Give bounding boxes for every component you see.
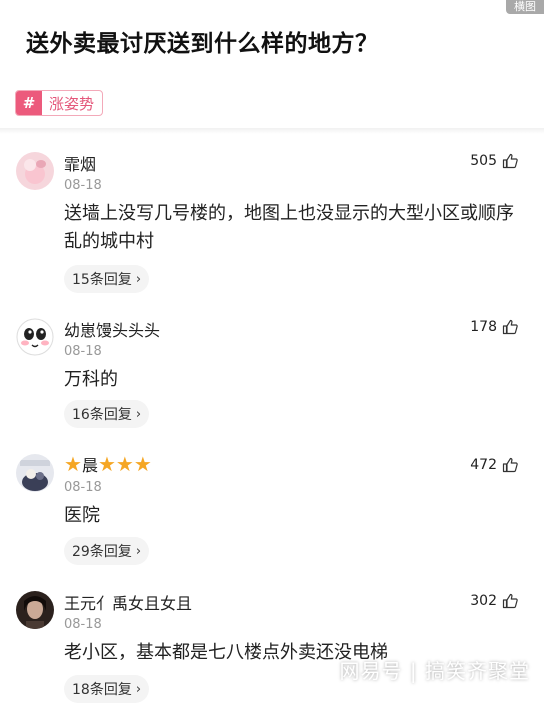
avatar[interactable] bbox=[16, 591, 54, 629]
comment-date: 08-18 bbox=[64, 480, 102, 495]
star-icon: ★ bbox=[64, 452, 82, 476]
thumbs-up-icon bbox=[502, 457, 518, 473]
comment-text: 医院 bbox=[64, 505, 100, 526]
topic-label: 涨姿势 bbox=[49, 94, 95, 113]
username[interactable]: ★晨★★★ bbox=[64, 452, 152, 476]
replies-button[interactable]: 15条回复 › bbox=[64, 265, 150, 293]
like-button[interactable]: 178 bbox=[470, 319, 518, 335]
thumbs-up-icon bbox=[502, 319, 518, 335]
star-icon: ★★★ bbox=[97, 452, 152, 476]
replies-label: 18条回复 bbox=[72, 682, 132, 698]
replies-button[interactable]: 18条回复 › bbox=[64, 675, 150, 703]
comment-text: 万科的 bbox=[64, 369, 118, 390]
page-title: 送外卖最讨厌送到什么样的地方？ bbox=[26, 31, 379, 57]
like-button[interactable]: 302 bbox=[470, 593, 518, 609]
avatar[interactable] bbox=[16, 152, 54, 190]
replies-button[interactable]: 16条回复 › bbox=[64, 400, 150, 428]
replies-label: 29条回复 bbox=[72, 544, 132, 560]
chevron-right-icon: › bbox=[135, 271, 142, 287]
username[interactable]: 幼崽馒头头头 bbox=[64, 317, 160, 341]
like-count: 505 bbox=[470, 153, 497, 169]
comment-text: 送墙上没写几号楼的，地图上也没显示的大型小区或顺序乱的城中村 bbox=[64, 203, 514, 252]
hashtag-icon: # bbox=[16, 91, 42, 115]
replies-button[interactable]: 29条回复 › bbox=[64, 537, 150, 565]
username-text: 晨 bbox=[81, 456, 98, 475]
avatar[interactable] bbox=[16, 454, 54, 492]
like-count: 302 bbox=[470, 593, 497, 609]
replies-label: 15条回复 bbox=[72, 272, 132, 288]
thumbs-up-icon bbox=[502, 593, 518, 609]
watermark: 网易号 | 搞笑齐聚堂 bbox=[339, 659, 530, 683]
like-count: 178 bbox=[470, 319, 497, 335]
comment-date: 08-18 bbox=[64, 178, 102, 193]
topic-tag[interactable]: # 涨姿势 bbox=[15, 90, 104, 116]
like-button[interactable]: 505 bbox=[470, 153, 518, 169]
like-button[interactable]: 472 bbox=[470, 457, 518, 473]
comment-date: 08-18 bbox=[64, 344, 102, 359]
like-count: 472 bbox=[470, 457, 497, 473]
comment-date: 08-18 bbox=[64, 617, 102, 632]
username[interactable]: 霏烟 bbox=[64, 151, 96, 175]
avatar[interactable] bbox=[16, 318, 54, 356]
divider bbox=[0, 128, 544, 134]
username[interactable]: 王元亻禹女且女且 bbox=[64, 590, 192, 614]
chevron-right-icon: › bbox=[135, 681, 142, 697]
thumbs-up-icon bbox=[502, 153, 518, 169]
chevron-right-icon: › bbox=[135, 543, 142, 559]
landscape-tag: 横图 bbox=[506, 0, 544, 14]
chevron-right-icon: › bbox=[135, 406, 142, 422]
replies-label: 16条回复 bbox=[72, 407, 132, 423]
